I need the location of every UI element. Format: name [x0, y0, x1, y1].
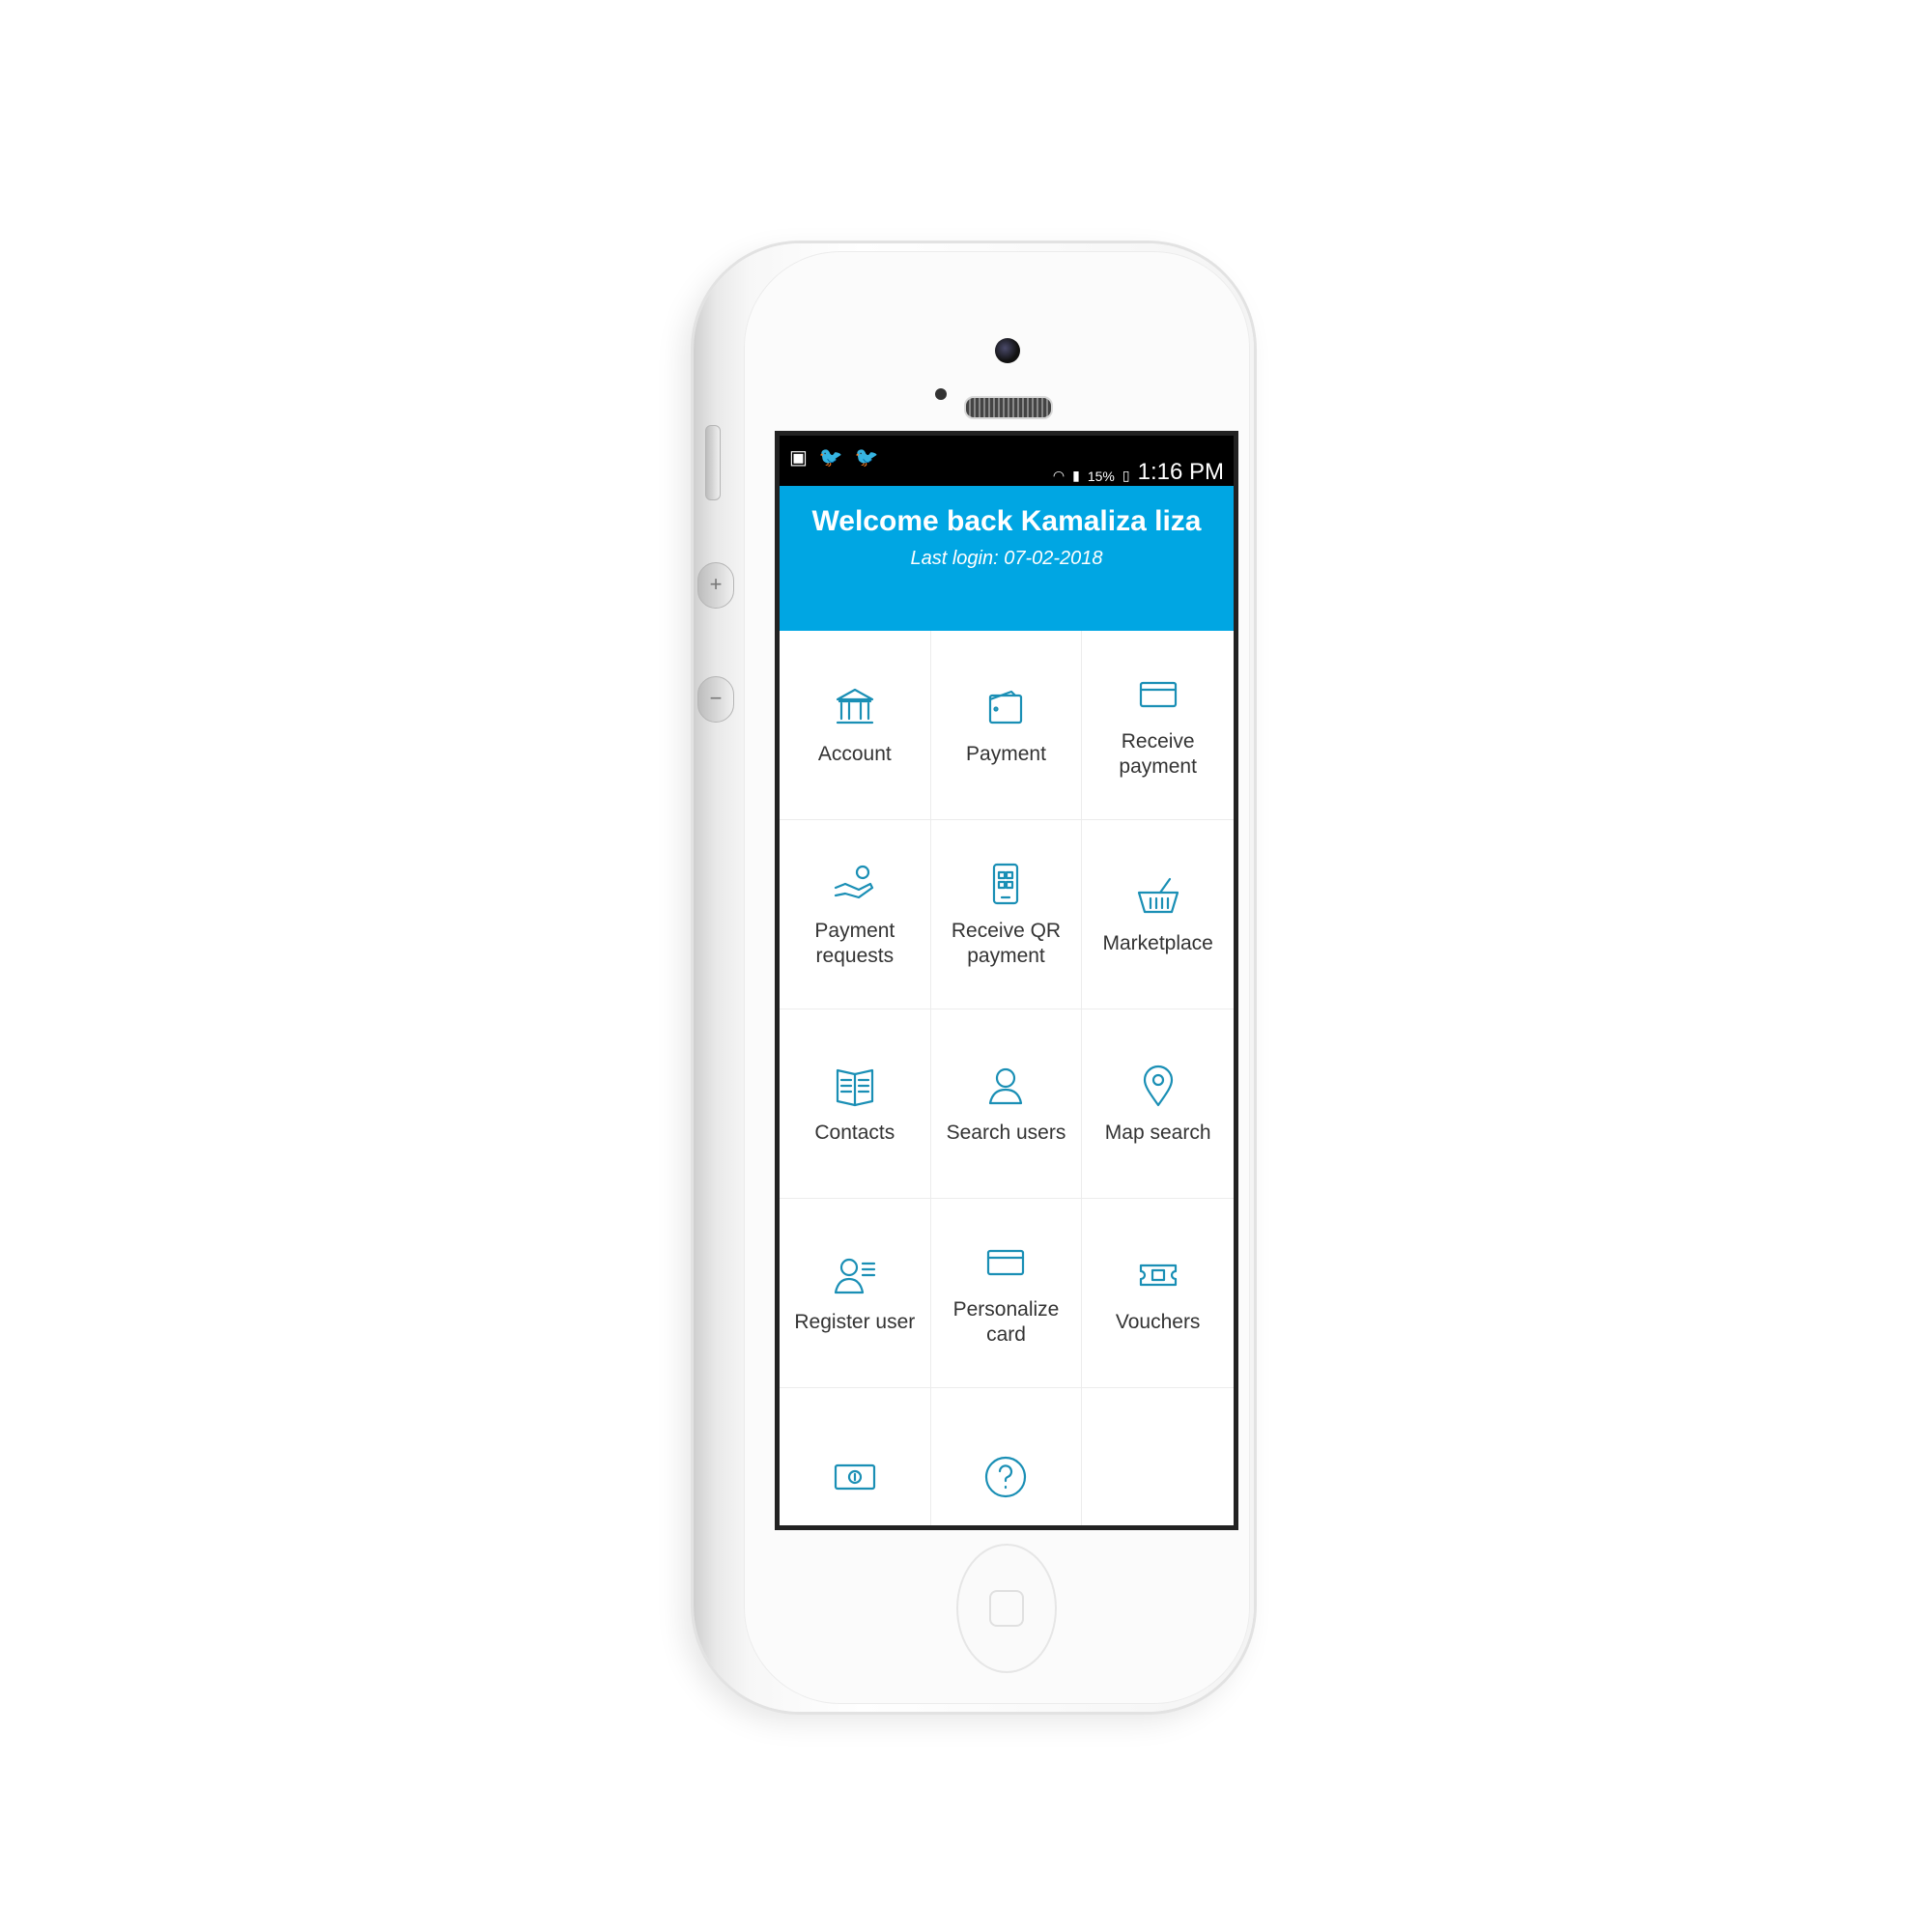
- tile-vouchers[interactable]: Vouchers: [1082, 1199, 1234, 1388]
- tile-receive-payment[interactable]: Receive payment: [1082, 631, 1234, 820]
- status-bar: ▣ 🐦 🐦 ◠ ▮ 15% ▯ 1:16 PM: [780, 436, 1234, 486]
- twitter-icon: 🐦: [818, 447, 843, 469]
- tile-label: Account: [817, 742, 892, 765]
- app-screen: ▣ 🐦 🐦 ◠ ▮ 15% ▯ 1:16 PM Welcome back Kam…: [775, 431, 1238, 1530]
- tile-personalize-card[interactable]: Personalize card: [930, 1199, 1083, 1388]
- status-right: ◠ ▮ 15% ▯ 1:16 PM: [1052, 459, 1224, 485]
- tile-label: Payment: [966, 742, 1046, 765]
- home-square-icon: [989, 1590, 1024, 1627]
- bank-icon: [832, 684, 878, 730]
- clock: 1:16 PM: [1137, 459, 1224, 485]
- tile-banknote[interactable]: [780, 1388, 931, 1525]
- tile-map-search[interactable]: Map search: [1082, 1009, 1234, 1199]
- tile-label: Receive payment: [1119, 729, 1197, 778]
- help-icon: [982, 1454, 1029, 1500]
- welcome-header: Welcome back Kamaliza liza Last login: 0…: [780, 486, 1234, 631]
- tile-label: Payment requests: [814, 919, 895, 967]
- tile-help[interactable]: [931, 1388, 1083, 1525]
- battery-percent: 15%: [1087, 469, 1115, 484]
- menu-grid: Account Payment Receive payment Payment …: [780, 631, 1234, 1525]
- hand-coin-icon: [832, 861, 878, 907]
- last-login: Last login: 07-02-2018: [910, 548, 1103, 569]
- earpiece-speaker: [964, 396, 1053, 419]
- tile-empty: [1082, 1388, 1234, 1525]
- card-icon: [1135, 671, 1181, 718]
- tile-label: Search users: [946, 1121, 1066, 1144]
- mute-switch: [705, 425, 721, 500]
- proximity-sensor: [935, 388, 947, 400]
- tile-label: Personalize card: [952, 1297, 1060, 1346]
- basket-icon: [1135, 873, 1181, 920]
- book-icon: [832, 1063, 878, 1109]
- tile-label: Contacts: [814, 1121, 895, 1144]
- twitter-icon: 🐦: [854, 447, 879, 469]
- tile-register-user[interactable]: Register user: [780, 1199, 931, 1388]
- tile-search-users[interactable]: Search users: [930, 1009, 1083, 1199]
- tile-marketplace[interactable]: Marketplace: [1082, 820, 1234, 1009]
- signal-icon: ▮: [1072, 468, 1080, 483]
- battery-icon: ▯: [1122, 468, 1130, 483]
- qr-phone-icon: [982, 861, 1029, 907]
- volume-up-button: +: [697, 562, 734, 609]
- tile-label: Marketplace: [1102, 931, 1213, 954]
- volume-down-button: −: [697, 676, 734, 723]
- tile-payment[interactable]: Payment: [930, 631, 1083, 820]
- image-icon: ▣: [789, 447, 808, 469]
- tile-payment-requests[interactable]: Payment requests: [780, 820, 931, 1009]
- card-icon: [982, 1239, 1029, 1286]
- register-user-icon: [832, 1252, 878, 1298]
- tile-label: Receive QR payment: [951, 919, 1062, 967]
- tile-account[interactable]: Account: [780, 631, 931, 820]
- users-icon: [982, 1063, 1029, 1109]
- tile-contacts[interactable]: Contacts: [780, 1009, 931, 1199]
- notification-icons: ▣ 🐦 🐦: [789, 445, 879, 469]
- voucher-icon: [1135, 1252, 1181, 1298]
- tile-label: Vouchers: [1115, 1310, 1201, 1333]
- front-camera: [995, 338, 1020, 363]
- tile-receive-qr-payment[interactable]: Receive QR payment: [930, 820, 1083, 1009]
- tile-label: Register user: [794, 1310, 916, 1333]
- home-button[interactable]: [956, 1544, 1057, 1673]
- wifi-icon: ◠: [1052, 468, 1065, 483]
- welcome-title: Welcome back Kamaliza liza: [811, 505, 1202, 537]
- tile-label: Map search: [1104, 1121, 1211, 1144]
- map-pin-icon: [1135, 1063, 1181, 1109]
- wallet-icon: [982, 684, 1029, 730]
- banknote-icon: [832, 1454, 878, 1500]
